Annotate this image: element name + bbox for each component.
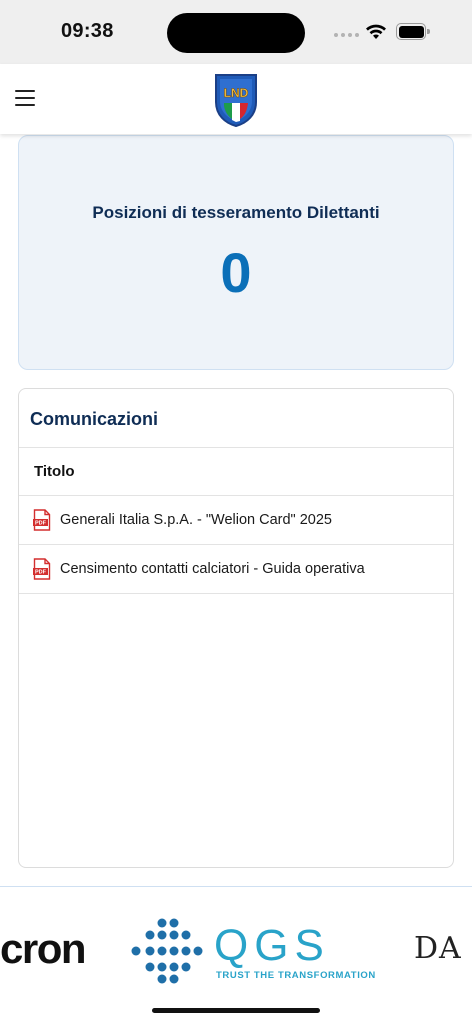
sponsor-logo-da[interactable]: DA bbox=[414, 931, 462, 966]
menu-button[interactable] bbox=[15, 90, 35, 106]
communications-card: Comunicazioni Titolo PDF Generali Italia… bbox=[18, 388, 454, 868]
stat-value: 0 bbox=[220, 241, 252, 304]
qgs-tagline: TRUST THE TRANSFORMATION bbox=[216, 970, 376, 981]
pdf-icon: PDF bbox=[33, 509, 51, 531]
stat-title: Posizioni di tesseramento Dilettanti bbox=[92, 203, 380, 222]
stat-card: Posizioni di tesseramento Dilettanti 0 bbox=[18, 135, 454, 370]
app-header: LND bbox=[0, 64, 472, 134]
document-title[interactable]: Censimento contatti calciatori - Guida o… bbox=[60, 561, 365, 577]
svg-text:PDF: PDF bbox=[35, 570, 47, 576]
qgs-mark-icon bbox=[131, 918, 203, 984]
lnd-logo-text: LND bbox=[224, 86, 249, 100]
lnd-logo[interactable]: LND bbox=[213, 72, 259, 128]
battery-icon bbox=[396, 23, 430, 40]
home-indicator[interactable] bbox=[152, 1008, 320, 1013]
communications-header: Comunicazioni bbox=[19, 389, 453, 448]
status-time: 09:38 bbox=[61, 20, 114, 42]
column-header-title: Titolo bbox=[19, 448, 453, 496]
wifi-icon bbox=[366, 24, 386, 39]
svg-text:PDF: PDF bbox=[35, 521, 47, 527]
qgs-name: QGS bbox=[214, 921, 330, 970]
document-row[interactable]: PDF Censimento contatti calciatori - Gui… bbox=[19, 545, 453, 594]
sponsor-logo-qgs[interactable]: QGS TRUST THE TRANSFORMATION bbox=[128, 917, 375, 997]
cellular-signal-icon bbox=[334, 33, 359, 37]
pdf-icon: PDF bbox=[33, 558, 51, 580]
document-row[interactable]: PDF Generali Italia S.p.A. - "Welion Car… bbox=[19, 496, 453, 545]
sponsor-logo-cron[interactable]: cron bbox=[0, 925, 87, 973]
status-bar: 09:38 bbox=[0, 0, 472, 64]
dynamic-island bbox=[167, 13, 305, 53]
document-title[interactable]: Generali Italia S.p.A. - "Welion Card" 2… bbox=[60, 512, 332, 528]
sponsor-carousel[interactable]: cron QGS TRUST THE TRANSFORMATION DA bbox=[0, 886, 472, 1024]
communications-title: Comunicazioni bbox=[30, 409, 159, 429]
